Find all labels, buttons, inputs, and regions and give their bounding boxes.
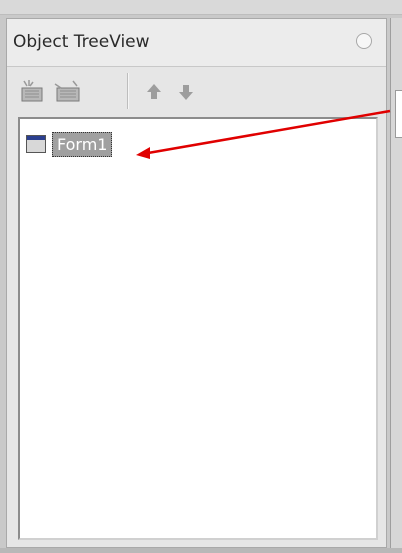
panel-circle-button[interactable] xyxy=(356,33,372,49)
panel-toolbar xyxy=(7,67,386,117)
tree-node-label[interactable]: Form1 xyxy=(52,131,113,157)
toolbar-separator xyxy=(127,73,129,109)
move-down-icon[interactable] xyxy=(173,79,199,105)
object-tree[interactable]: Form1 xyxy=(18,117,378,540)
panel-titlebar: Object TreeView xyxy=(7,19,386,67)
adjacent-window-edge xyxy=(390,18,402,553)
object-treeview-panel: Object TreeView Form1 xyxy=(6,18,387,548)
move-up-icon[interactable] xyxy=(141,79,167,105)
remove-icon[interactable] xyxy=(53,79,80,105)
window-top-strip xyxy=(0,0,402,15)
add-icon[interactable] xyxy=(19,79,45,105)
tree-node-form1[interactable]: Form1 xyxy=(26,131,113,157)
panel-title: Object TreeView xyxy=(13,32,150,52)
form-icon xyxy=(26,135,46,153)
adjacent-window-control xyxy=(395,90,402,138)
window-bottom-strip xyxy=(0,548,402,553)
